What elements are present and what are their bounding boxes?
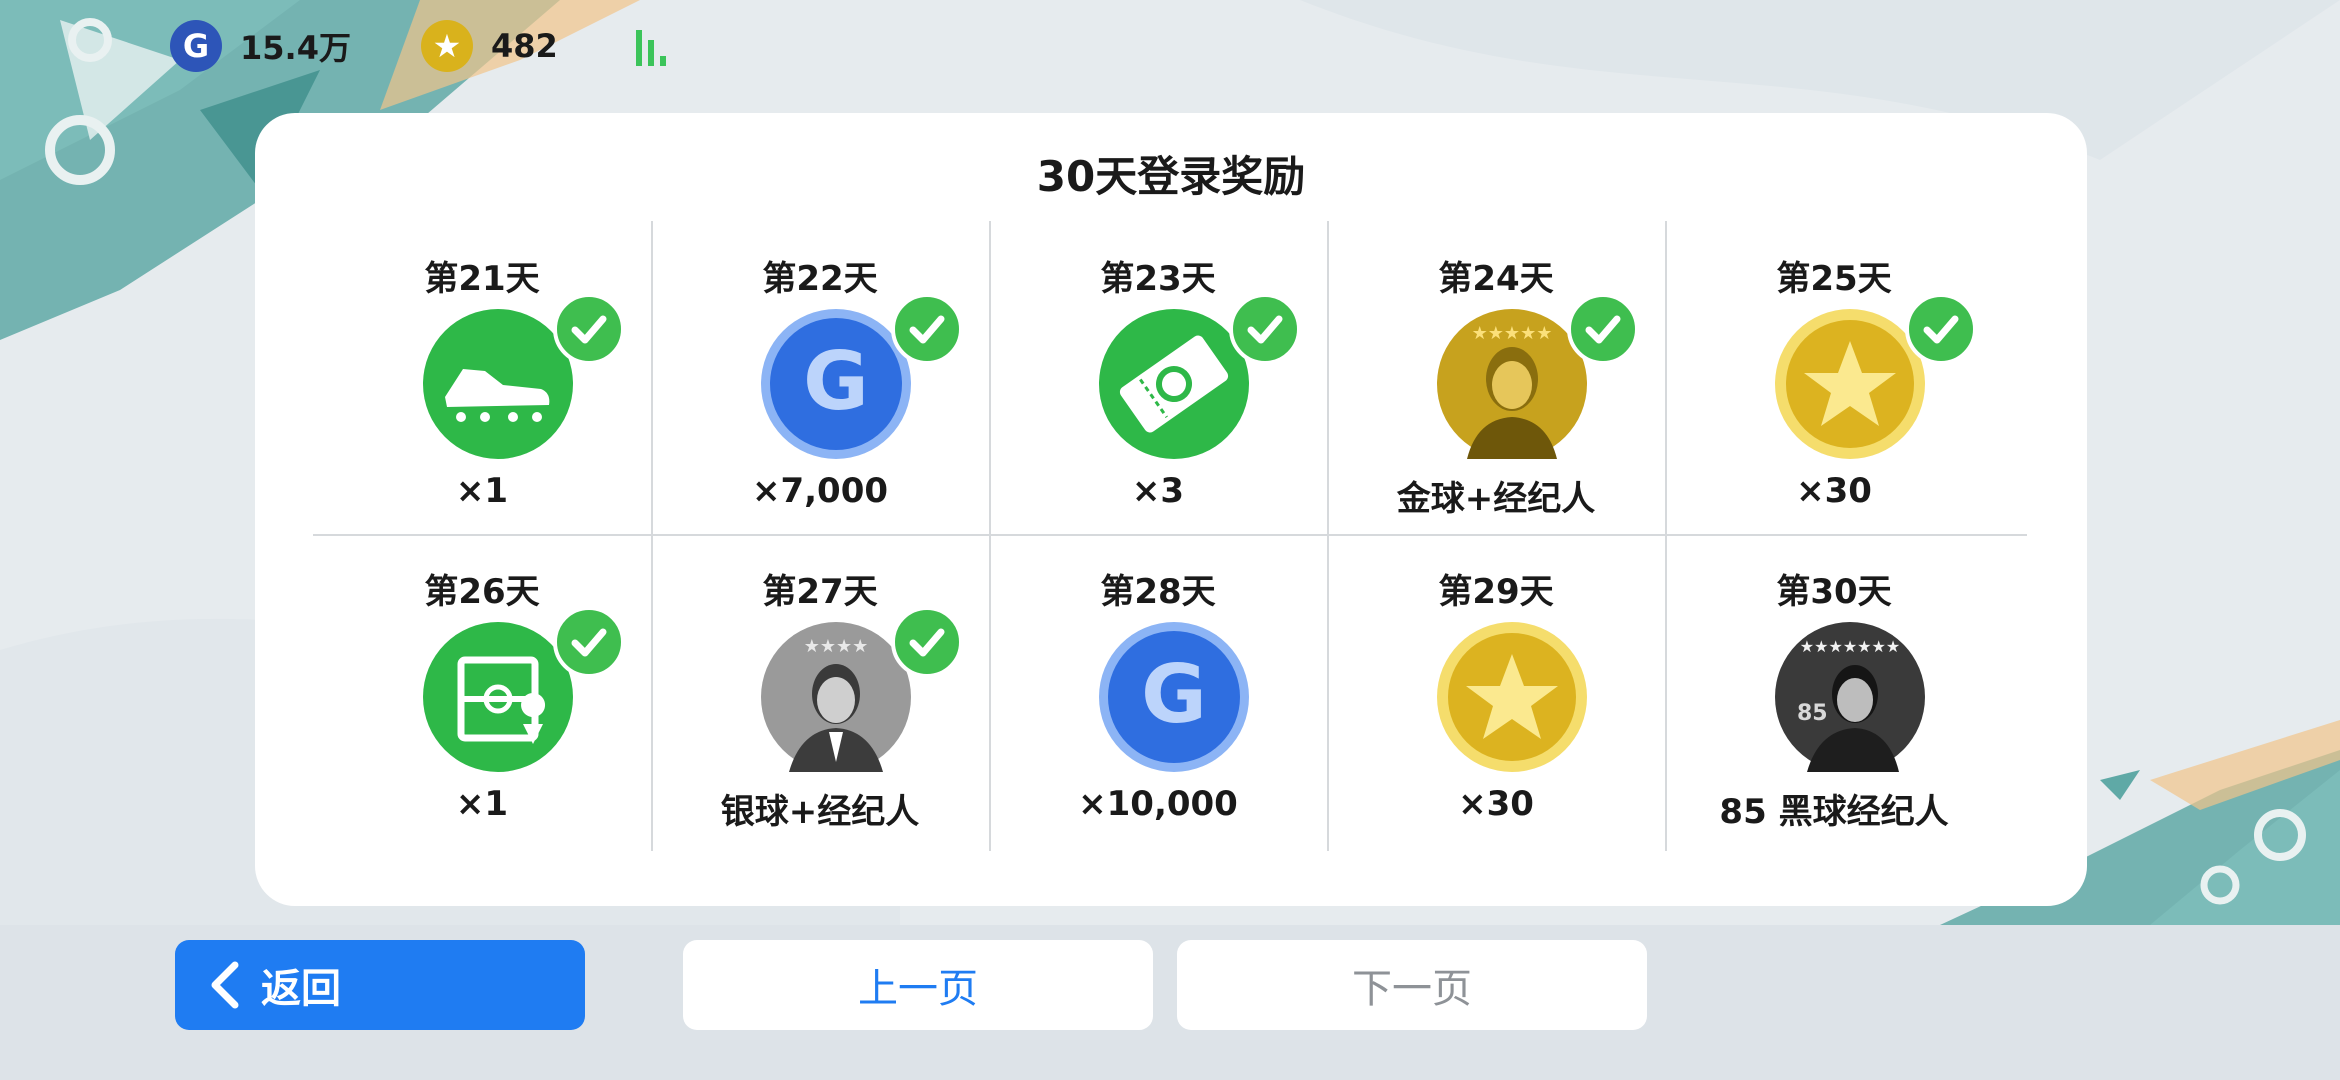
reward-amount: ×7,000 bbox=[751, 471, 889, 511]
reward-amount: ×3 bbox=[1131, 471, 1185, 511]
back-button-label: 返回 bbox=[261, 966, 341, 1012]
star-coin-icon bbox=[1437, 622, 1587, 772]
reward-day-label: 第27天 bbox=[762, 572, 878, 612]
g-coin-icon: G bbox=[170, 20, 222, 72]
reward-cell[interactable]: 第29天 ×30 bbox=[1327, 534, 1665, 847]
g-coin-icon: G bbox=[761, 309, 911, 459]
reward-day-label: 第30天 bbox=[1776, 572, 1892, 612]
reward-amount: 金球+经纪人 bbox=[1396, 479, 1596, 519]
reward-day-label: 第29天 bbox=[1438, 572, 1554, 612]
reward-day-label: 第28天 bbox=[1100, 572, 1216, 612]
black-player-icon: ★★★★★★★ 85 bbox=[1775, 622, 1925, 772]
next-page-label: 下一页 bbox=[1352, 966, 1472, 1012]
star-coin-icon: ★ bbox=[420, 20, 473, 72]
reward-amount: ×30 bbox=[1796, 471, 1872, 511]
claimed-check-icon bbox=[1567, 293, 1639, 365]
reward-day-label: 第22天 bbox=[762, 259, 878, 299]
reward-cell[interactable]: 第21天 ×1 bbox=[313, 221, 651, 534]
reward-day-label: 第25天 bbox=[1776, 259, 1892, 299]
currency-bar: G 15.4万 ★ 482 bbox=[170, 18, 666, 74]
reward-cell[interactable]: 第27天 ★★★★ 银球+经纪人 bbox=[651, 534, 989, 847]
reward-amount: ×30 bbox=[1458, 784, 1534, 824]
svg-text:85: 85 bbox=[1797, 701, 1828, 726]
ticket-icon bbox=[1099, 309, 1249, 459]
reward-cell[interactable]: 第26天 ×1 bbox=[313, 534, 651, 847]
tactics-board-icon bbox=[423, 622, 573, 772]
reward-cell[interactable]: 第24天 ★★★★★ 金球+经纪人 bbox=[1327, 221, 1665, 534]
svg-text:G: G bbox=[1141, 648, 1207, 741]
svg-text:★★★★★★★: ★★★★★★★ bbox=[1800, 637, 1900, 656]
svg-text:★★★★★: ★★★★★ bbox=[1472, 323, 1553, 344]
star-coin-icon bbox=[1775, 309, 1925, 459]
claimed-check-icon bbox=[891, 293, 963, 365]
svg-text:★★★★: ★★★★ bbox=[804, 636, 869, 657]
star-coin-value: 482 bbox=[490, 27, 558, 65]
reward-grid: 第21天 ×1 第22天 G ×7,000 第23天 ×3 第24天 ★★★★★ 金球+经纪人 第2… bbox=[313, 221, 2027, 851]
claimed-check-icon bbox=[553, 293, 625, 365]
prev-page-label: 上一页 bbox=[858, 966, 978, 1012]
reward-amount: ×1 bbox=[455, 784, 509, 824]
claimed-check-icon bbox=[1229, 293, 1301, 365]
g-coin-value: 15.4万 bbox=[240, 29, 351, 67]
reward-cell[interactable]: 第28天 G ×10,000 bbox=[989, 534, 1327, 847]
prev-page-button[interactable]: 上一页 bbox=[683, 940, 1153, 1030]
reward-amount: ×10,000 bbox=[1078, 784, 1238, 824]
reward-cell[interactable]: 第22天 G ×7,000 bbox=[651, 221, 989, 534]
reward-day-label: 第26天 bbox=[424, 572, 540, 612]
reward-cell[interactable]: 第25天 ×30 bbox=[1665, 221, 2003, 534]
reward-amount: ×1 bbox=[455, 471, 509, 511]
claimed-check-icon bbox=[553, 606, 625, 678]
next-page-button[interactable]: 下一页 bbox=[1177, 940, 1647, 1030]
silver-player-icon: ★★★★ bbox=[761, 622, 911, 772]
chevron-left-icon bbox=[211, 961, 239, 1009]
panel-title: 30天登录奖励 bbox=[1036, 152, 1306, 201]
star-coin-balance[interactable]: ★ 482 bbox=[420, 20, 558, 72]
g-coin-icon: G bbox=[1099, 622, 1249, 772]
reward-amount: 85 黑球经纪人 bbox=[1719, 792, 1949, 832]
reward-day-label: 第24天 bbox=[1438, 259, 1554, 299]
reward-cell[interactable]: 第23天 ×3 bbox=[989, 221, 1327, 534]
g-coin-balance[interactable]: G 15.4万 bbox=[170, 20, 351, 72]
signal-bars-icon bbox=[635, 26, 666, 66]
svg-text:G: G bbox=[803, 335, 869, 428]
boots-icon bbox=[423, 309, 573, 459]
claimed-check-icon bbox=[1905, 293, 1977, 365]
login-reward-panel: 30天登录奖励 第21天 ×1 第22天 G ×7,000 第23天 ×3 第24天 ★★★★★… bbox=[255, 113, 2087, 906]
reward-amount: 银球+经纪人 bbox=[720, 792, 920, 832]
claimed-check-icon bbox=[891, 606, 963, 678]
reward-day-label: 第23天 bbox=[1100, 259, 1216, 299]
reward-day-label: 第21天 bbox=[424, 259, 540, 299]
gold-player-icon: ★★★★★ bbox=[1437, 309, 1587, 459]
back-button[interactable]: 返回 bbox=[175, 940, 585, 1030]
reward-cell[interactable]: 第30天 ★★★★★★★ 85 85 黑球经纪人 bbox=[1665, 534, 2003, 847]
